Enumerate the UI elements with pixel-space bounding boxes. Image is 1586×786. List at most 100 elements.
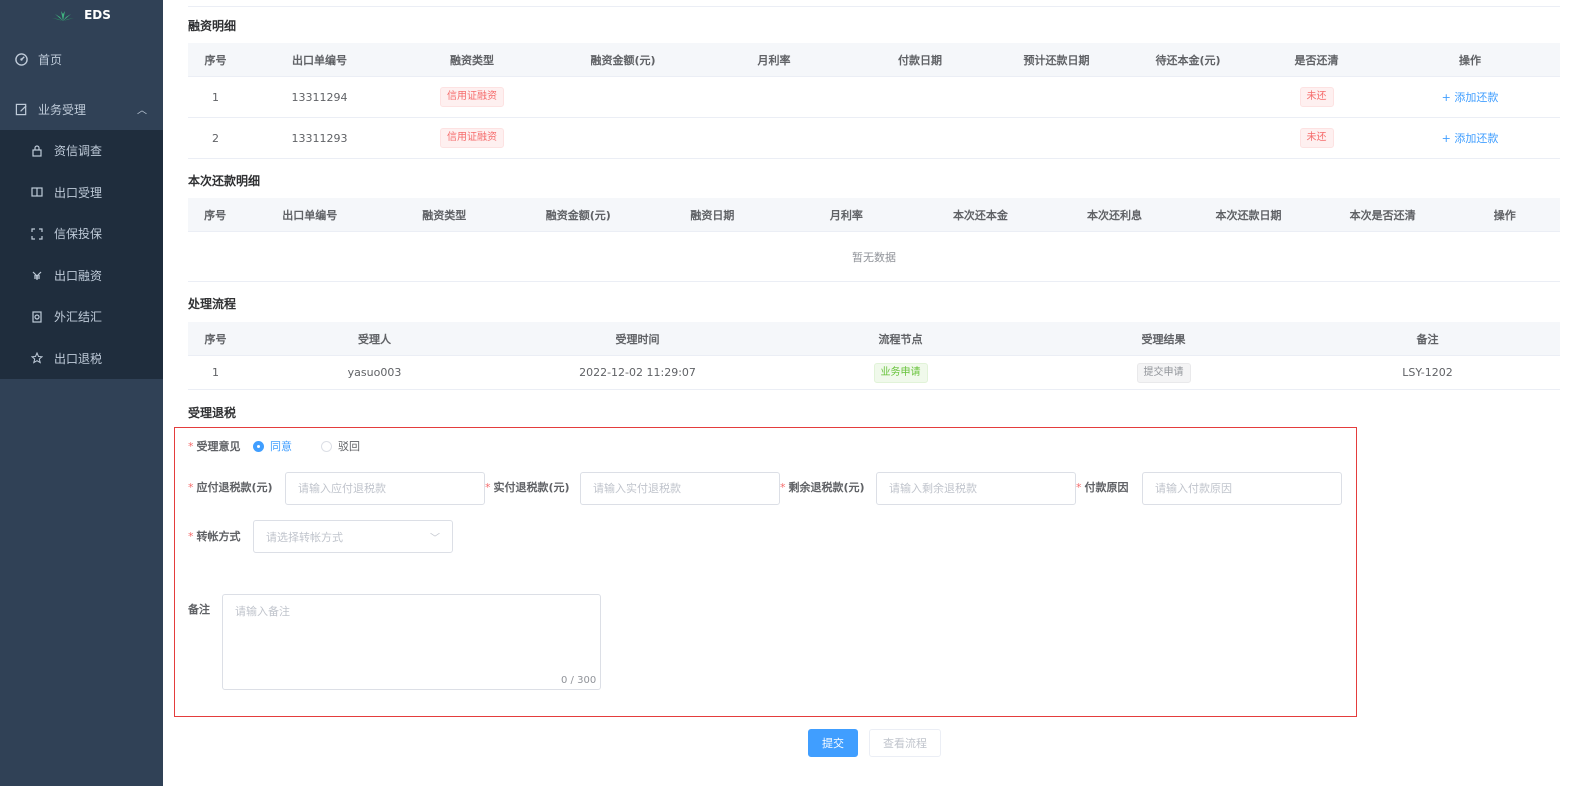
table-header: 序号 出口单编号 融资类型 融资金额(元) 融资日期 月利率 本次还本金 本次还… [188, 198, 1560, 232]
financing-table: 序号 出口单编号 融资类型 融资金额(元) 月利率 付款日期 预计还款日期 待还… [188, 43, 1560, 159]
payable-input[interactable] [285, 472, 485, 505]
sidebar-item-credit-check[interactable]: 资信调查 [0, 130, 163, 172]
cell-no: 2 [212, 131, 219, 145]
column-header: 出口单编号 [292, 53, 347, 67]
node-badge: 业务申请 [873, 362, 928, 383]
type-tag: 信用证融资 [440, 87, 504, 107]
column-header: 融资日期 [690, 208, 735, 222]
radio-dot [321, 440, 332, 452]
cell-type: 信用证融资 [396, 128, 548, 148]
column-header: 受理结果 [1141, 332, 1186, 346]
form-title: 受理退税 [188, 406, 237, 420]
column-header: 月利率 [757, 53, 791, 67]
sidebar-group-business[interactable]: 业务受理 ︿ [0, 88, 163, 130]
column-header: 流程节点 [878, 332, 923, 346]
column-header: 待还本金(元) [1155, 53, 1221, 67]
logo[interactable]: EDS [0, 0, 163, 30]
sidebar-item-insurance[interactable]: 信保投保 [0, 213, 163, 255]
sidebar-item-export-accept[interactable]: 出口受理 [0, 172, 163, 214]
sidebar-item-tax-refund[interactable]: 出口退税 [0, 338, 163, 380]
sidebar-item-exchange[interactable]: 外汇结汇 [0, 296, 163, 338]
plus-icon: + [1441, 132, 1451, 145]
view-flow-button[interactable]: 查看流程 [869, 729, 941, 757]
column-header: 融资金额(元) [590, 53, 656, 67]
cell-handler: yasuo003 [347, 366, 402, 379]
sidebar-item-label: 出口退税 [54, 351, 103, 366]
empty-state: 暂无数据 [188, 232, 1560, 282]
column-header: 月利率 [829, 208, 863, 222]
add-repayment-button[interactable]: + 添加还款 [1442, 132, 1499, 145]
payable-label: * 应付退税款(元) [188, 481, 273, 494]
column-header: 出口单编号 [282, 208, 338, 222]
reason-input[interactable] [1142, 472, 1342, 505]
column-header: 本次还利息 [1086, 208, 1142, 222]
divider [188, 6, 1560, 7]
repayment-table: 序号 出口单编号 融资类型 融资金额(元) 融资日期 月利率 本次还本金 本次还… [188, 198, 1560, 282]
repayment-title: 本次还款明细 [188, 174, 261, 188]
edit-icon [14, 102, 28, 116]
main-content: 融资明细 序号 出口单编号 融资类型 融资金额(元) 月利率 付款日期 预计还款… [163, 0, 1586, 786]
char-count: 0 / 300 [561, 675, 597, 686]
column-header: 融资类型 [450, 53, 494, 67]
cell-order: 13311293 [291, 131, 348, 145]
result-badge: 提交申请 [1136, 362, 1191, 383]
opinion-label: * 受理意见 [188, 440, 241, 453]
money-icon [30, 268, 44, 282]
logo-icon [52, 11, 75, 21]
transfer-select[interactable]: 请选择转帐方式 ﹀ [253, 520, 453, 553]
actual-label: * 实付退税款(元) [485, 481, 570, 494]
sidebar-item-home[interactable]: 首页 [0, 30, 163, 88]
remark-textarea[interactable] [222, 594, 601, 690]
star-icon [30, 351, 44, 365]
dashboard-icon [14, 52, 28, 66]
cell-remark: LSY-1202 [1402, 366, 1453, 379]
cell-action: + 添加还款 [1380, 130, 1560, 146]
cell-time: 2022-12-02 11:29:07 [579, 366, 696, 379]
column-header: 是否还清 [1294, 53, 1339, 67]
sidebar-item-label: 资信调查 [54, 144, 103, 159]
remaining-label: * 剩余退税款(元) [780, 481, 865, 494]
column-header: 备注 [1416, 332, 1439, 346]
cell-action: + 添加还款 [1380, 89, 1560, 105]
lock-icon [30, 144, 44, 158]
sidebar-item-financing[interactable]: 出口融资 [0, 255, 163, 297]
sidebar-item-label: 首页 [38, 52, 63, 67]
cell-node: 业务申请 [769, 362, 1032, 383]
column-header: 受理时间 [615, 332, 660, 346]
process-table: 序号 受理人 受理时间 流程节点 受理结果 备注 1 yasuo003 2022… [188, 322, 1560, 390]
column-header: 操作 [1459, 53, 1481, 67]
cell-result: 提交申请 [1032, 362, 1295, 383]
add-repayment-button[interactable]: + 添加还款 [1442, 91, 1499, 104]
column-header: 操作 [1493, 208, 1516, 222]
column-header: 融资金额(元) [545, 208, 611, 222]
table-row: 1 13311294 信用证融资 未还 + 添加还款 [188, 77, 1560, 118]
agree-radio[interactable]: 同意 [253, 438, 292, 454]
status-badge: 未还 [1299, 128, 1334, 148]
cell-no: 1 [212, 366, 219, 379]
process-title: 处理流程 [188, 297, 237, 311]
cell-type: 信用证融资 [396, 87, 548, 107]
column-header: 本次还本金 [952, 208, 1008, 222]
cell-no: 1 [212, 90, 219, 104]
column-header: 融资类型 [422, 208, 467, 222]
sidebar-item-label: 出口融资 [54, 268, 103, 283]
actual-input[interactable] [580, 472, 780, 505]
column-header: 序号 [204, 53, 227, 67]
remaining-input[interactable] [876, 472, 1076, 505]
reason-label: * 付款原因 [1076, 481, 1129, 494]
submit-button[interactable]: 提交 [808, 729, 858, 757]
column-header: 序号 [204, 208, 227, 222]
reject-radio[interactable]: 驳回 [321, 438, 360, 454]
logo-text: EDS [84, 8, 111, 22]
column-header: 预计还款日期 [1023, 53, 1090, 67]
action-label: 添加还款 [1454, 132, 1499, 145]
sidebar: EDS 首页 业务受理 ︿ 资信调查 出口受理 信保投保 出口融资 外汇结汇 出… [0, 0, 163, 786]
exchange-icon [30, 310, 44, 324]
status-badge: 未还 [1299, 87, 1334, 107]
column-header: 序号 [204, 332, 227, 346]
chevron-down-icon: ﹀ [430, 533, 440, 544]
radio-dot [253, 440, 264, 452]
column-header: 本次是否还清 [1349, 208, 1416, 222]
expand-icon [30, 227, 44, 241]
column-header: 付款日期 [898, 53, 942, 67]
